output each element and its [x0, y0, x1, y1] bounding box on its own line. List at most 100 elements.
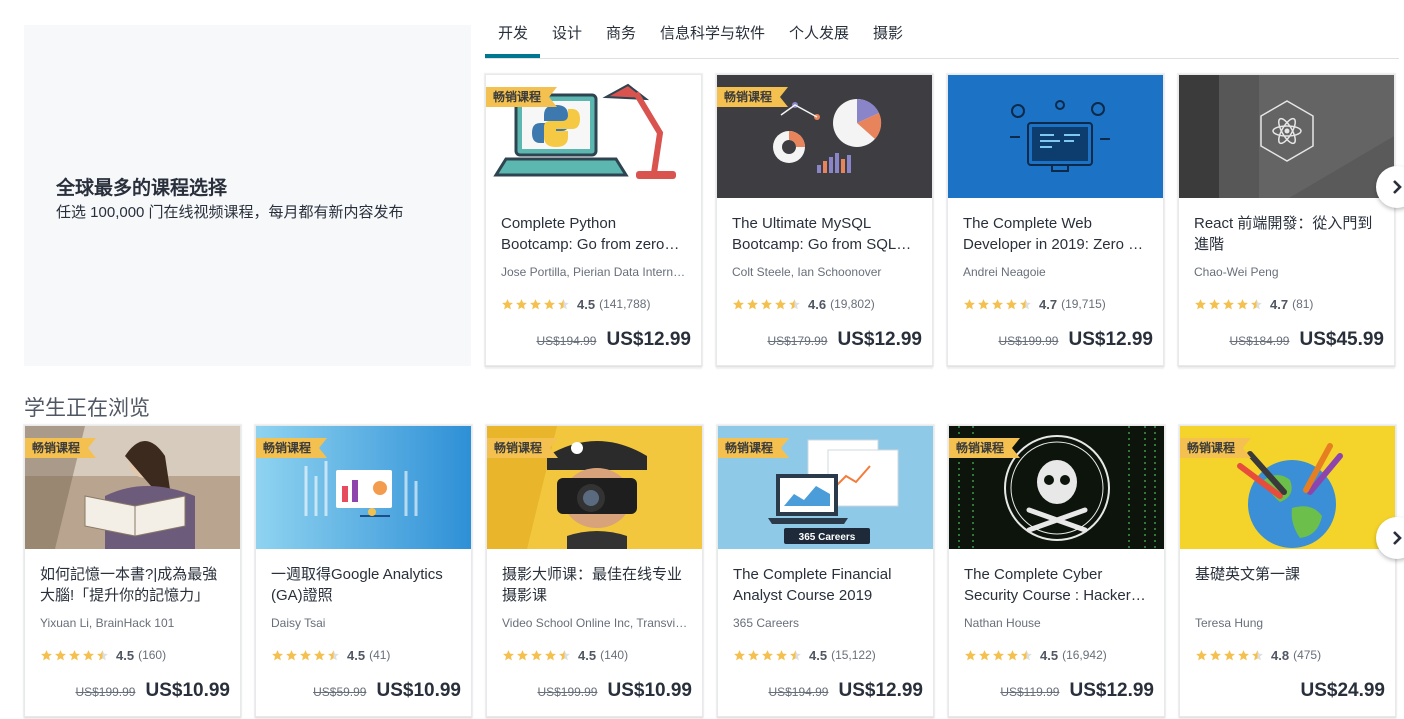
original-price: US$194.99: [768, 685, 829, 699]
course-rating: 4.6 (19,802): [732, 296, 875, 312]
review-count: (141,788): [599, 297, 651, 311]
bestseller-badge: 畅销课程: [1180, 438, 1252, 458]
bestseller-badge: 畅销课程: [487, 438, 559, 458]
rating-score: 4.5: [809, 647, 828, 663]
rating-score: 4.8: [1271, 647, 1290, 663]
course-thumbnail[interactable]: [948, 75, 1163, 198]
review-count: (19,715): [1061, 297, 1106, 311]
bestseller-badge: 畅销课程: [718, 438, 790, 458]
tab-photography[interactable]: 摄影: [873, 22, 903, 43]
course-price: US$179.99 US$12.99: [767, 329, 922, 351]
course-card[interactable]: 畅销课程 基礎英文第一課 Teresa Hung 4.8 (475) US$24…: [1179, 425, 1396, 717]
course-author: Teresa Hung: [1195, 616, 1264, 630]
thumbnail-caption: 365 Careers: [799, 532, 856, 543]
tab-personal-development[interactable]: 个人发展: [789, 22, 849, 43]
category-tabs: 开发 设计 商务 信息科学与软件 个人发展 摄影: [485, 0, 1399, 59]
star-icon: [69, 649, 80, 660]
hero-subtitle: 任选 100,000 门在线视频课程，每月都有新内容发布: [56, 204, 404, 221]
rating-stars: [733, 649, 803, 662]
course-card[interactable]: 畅销课程 摄影大师课：最佳在线专业摄影课 Video School Online…: [486, 425, 703, 717]
course-card[interactable]: 畅销课程 Complete Python Bootcamp: Go from z…: [485, 74, 702, 366]
star-icon: [300, 649, 311, 660]
tab-it-software[interactable]: 信息科学与软件: [660, 22, 765, 43]
course-title[interactable]: 基礎英文第一課: [1195, 564, 1385, 606]
review-count: (140): [600, 648, 629, 662]
course-title[interactable]: 摄影大师课：最佳在线专业摄影课: [502, 564, 692, 606]
review-count: (41): [369, 648, 391, 662]
rating-stars: [964, 649, 1034, 662]
rating-score: 4.5: [116, 647, 135, 663]
rating-stars: [502, 649, 572, 662]
course-card[interactable]: React 前端開發：從入門到進階 Chao-Wei Peng 4.7 (81)…: [1178, 74, 1395, 366]
course-title[interactable]: React 前端開發：從入門到進階: [1194, 213, 1384, 255]
course-card[interactable]: 畅销课程 The Complete Cyber Security Course …: [948, 425, 1165, 717]
course-author: Andrei Neagoie: [963, 265, 1046, 279]
star-icon: [1224, 649, 1235, 660]
course-title[interactable]: 如何記憶一本書?|成為最強大腦!「提升你的記憶力」: [40, 564, 230, 606]
course-author: Chao-Wei Peng: [1194, 265, 1279, 279]
rating-stars: [1195, 649, 1265, 662]
star-icon: [41, 649, 52, 660]
star-icon: [314, 649, 325, 660]
sale-price: US$12.99: [606, 329, 691, 350]
original-price: US$199.99: [537, 685, 598, 699]
course-title[interactable]: The Complete Financial Analyst Course 20…: [733, 564, 923, 606]
course-card[interactable]: 畅销课程 The Ultimate MySQL Bootcamp: Go fro…: [716, 74, 933, 366]
rating-score: 4.5: [577, 296, 596, 312]
star-icon: [993, 649, 1004, 660]
star-icon: [530, 298, 541, 309]
star-icon: [733, 298, 744, 309]
star-icon: [83, 649, 94, 660]
course-author: 365 Careers: [733, 616, 800, 630]
star-icon: [328, 649, 339, 660]
rating-score: 4.7: [1039, 296, 1058, 312]
course-card[interactable]: The Complete Web Developer in 2019: Zero…: [947, 74, 1164, 366]
course-title[interactable]: The Ultimate MySQL Bootcamp: Go from SQL…: [732, 213, 922, 255]
course-rating: 4.5 (160): [40, 647, 166, 663]
course-author: Video School Online Inc, Transvi…: [502, 616, 688, 630]
star-icon: [992, 298, 1003, 309]
tab-design[interactable]: 设计: [552, 22, 582, 43]
star-icon: [734, 649, 745, 660]
star-icon: [272, 649, 283, 660]
course-price: US$59.99 US$10.99: [313, 680, 461, 702]
course-author: Colt Steele, Ian Schoonover: [732, 265, 882, 279]
course-title[interactable]: The Complete Cyber Security Course : Hac…: [964, 564, 1154, 606]
course-author: Daisy Tsai: [271, 616, 326, 630]
section-title-students-viewing: 学生正在浏览: [24, 397, 150, 420]
course-author: Jose Portilla, Pierian Data Intern…: [501, 265, 686, 279]
course-price: US$199.99 US$12.99: [998, 329, 1153, 351]
star-icon: [978, 298, 989, 309]
active-tab-indicator: [485, 54, 540, 58]
course-title[interactable]: The Complete Web Developer in 2019: Zero…: [963, 213, 1153, 255]
rating-score: 4.5: [347, 647, 366, 663]
chevron-right-icon: [1393, 180, 1402, 194]
course-rating: 4.5 (16,942): [964, 647, 1107, 663]
course-price: US$194.99 US$12.99: [536, 329, 691, 351]
rating-score: 4.6: [808, 296, 827, 312]
course-card[interactable]: 畅销课程 如何記憶一本書?|成為最強大腦!「提升你的記憶力」 Yixuan Li…: [24, 425, 241, 717]
sale-price: US$10.99: [607, 680, 692, 701]
course-rating: 4.8 (475): [1195, 647, 1321, 663]
star-icon: [516, 298, 527, 309]
star-icon: [1021, 649, 1032, 660]
sale-price: US$10.99: [376, 680, 461, 701]
tab-business[interactable]: 商务: [606, 22, 636, 43]
star-icon: [1006, 298, 1017, 309]
rating-stars: [40, 649, 110, 662]
course-thumbnail[interactable]: [1179, 75, 1394, 198]
bestseller-badge: 畅销课程: [486, 87, 558, 107]
course-card[interactable]: 365 Careers 畅销课程 The Complete Financial …: [717, 425, 934, 717]
original-price: US$194.99: [536, 334, 597, 348]
tab-development[interactable]: 开发: [498, 22, 528, 43]
star-icon: [1252, 649, 1263, 660]
course-price: US$184.99 US$45.99: [1229, 329, 1384, 351]
star-icon: [775, 298, 786, 309]
course-title[interactable]: Complete Python Bootcamp: Go from zero…: [501, 213, 691, 255]
star-icon: [789, 298, 800, 309]
review-count: (475): [1293, 648, 1322, 662]
course-card[interactable]: 畅销课程 一週取得Google Analytics (GA)證照 Daisy T…: [255, 425, 472, 717]
rating-score: 4.7: [1270, 296, 1289, 312]
course-title[interactable]: 一週取得Google Analytics (GA)證照: [271, 564, 461, 606]
course-price: US$199.99 US$10.99: [537, 680, 692, 702]
